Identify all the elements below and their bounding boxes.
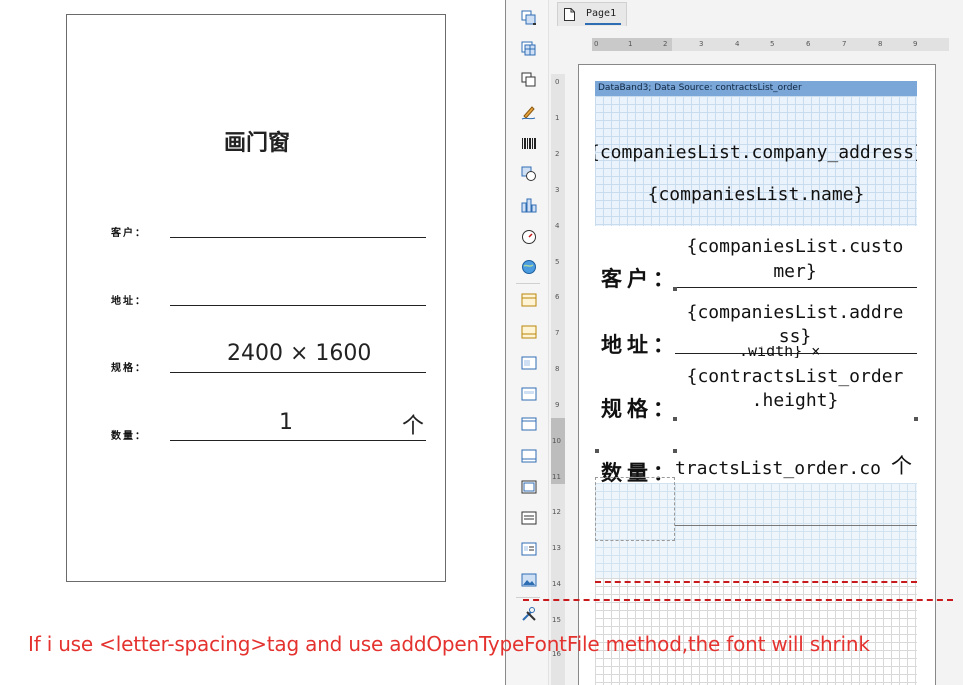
field-customer-line2[interactable]: mer} [675,260,915,284]
ruler-tick: 14 [552,580,561,588]
preview-title: 画门窗 [223,131,290,156]
gauge-icon[interactable] [521,229,537,245]
report-designer: Page1 0 1 2 3 4 5 6 7 8 9 0 1 2 3 4 5 6 … [505,0,963,685]
shape-icon[interactable] [521,166,537,182]
page-break-line [523,599,953,601]
band-icon[interactable] [521,324,537,340]
band-icon[interactable] [521,510,537,526]
band-icon[interactable] [521,479,537,495]
ruler-tick: 2 [555,150,560,158]
toolbox [506,0,549,685]
resize-handle[interactable] [673,417,677,421]
ruler-tick: 4 [735,40,740,48]
ruler-tick: 4 [555,222,560,230]
preview-label-address: 地址： [111,296,147,307]
screenshot-root: 画门窗 客户： 地址： 规格： 2400 × 1600 数量： 1 个 Page… [0,0,963,685]
field-width-fragment[interactable]: .width} × [739,346,849,358]
ruler-tick: 6 [555,293,560,301]
page-tab-bar: Page1 [549,0,963,30]
design-canvas[interactable]: 0 1 2 3 4 5 6 7 8 9 0 1 2 3 4 5 6 7 8 9 … [523,30,963,685]
field-height-line1[interactable]: {contractsList_order [675,365,915,389]
preview-value-quantity: 1 [279,410,293,435]
horizontal-ruler: 0 1 2 3 4 5 6 7 8 9 [592,38,949,51]
pen-icon[interactable] [521,104,537,120]
preview-line-customer [170,237,426,238]
field-company-name[interactable]: {companiesList.name} [595,183,917,207]
issue-caption: If i use <letter-spacing>tag and use add… [28,632,870,656]
ruler-tick: 1 [555,114,560,122]
page-break-line [595,581,917,583]
ruler-tick: 10 [552,437,561,445]
preview-label-spec: 规格： [111,363,147,374]
resize-handle[interactable] [595,449,599,453]
band-icon[interactable] [521,416,537,432]
ruler-tick: 13 [552,544,561,552]
toolbox-separator [516,283,540,284]
tab-label: Page1 [586,8,617,19]
selection-outline [675,525,917,541]
preview-label-customer: 客户： [111,228,147,239]
ruler-tick: 2 [663,40,668,48]
barcode-icon[interactable] [521,136,537,152]
band-icon[interactable] [521,386,537,402]
label-customer[interactable]: 客户： [601,263,679,293]
ruler-tick: 6 [806,40,811,48]
field-count-fragment[interactable]: tractsList_order.co [675,457,891,481]
page-stack-icon[interactable] [521,10,537,26]
ruler-tick: 0 [555,78,560,86]
ruler-tick: 5 [555,258,560,266]
image-icon[interactable] [521,572,537,588]
ruler-tick: 3 [699,40,704,48]
band-icon[interactable] [521,541,537,557]
resize-handle[interactable] [673,287,677,291]
globe-icon[interactable] [521,259,537,275]
field-count-unit[interactable]: 个 [891,454,917,478]
shapes-copy-icon[interactable] [521,72,537,88]
tools-icon[interactable] [521,606,537,622]
underline-customer [675,287,917,288]
preview-line-address [170,305,426,306]
ruler-tick: 15 [552,616,561,624]
ruler-tick: 3 [555,186,560,194]
ruler-tick: 8 [555,365,560,373]
field-height-line2[interactable]: .height} [675,389,915,413]
band-icon[interactable] [521,355,537,371]
page-icon [564,8,575,21]
table-icon[interactable] [521,41,537,57]
ruler-tick: 7 [555,329,560,337]
preview-label-quantity: 数量： [111,431,147,442]
ruler-tick: 8 [878,40,883,48]
report-page[interactable]: DataBand3; Data Source: contractsList_or… [523,64,953,685]
band-icon[interactable] [521,448,537,464]
ruler-tick: 1 [628,40,633,48]
bar-chart-icon[interactable] [521,197,537,213]
databand-title: DataBand3; Data Source: contractsList_or… [598,83,802,93]
tab-active-indicator [585,23,621,25]
ruler-tick: 9 [555,401,560,409]
ruler-tick: 11 [552,473,561,481]
ruler-tick: 0 [594,40,599,48]
ruler-tick: 7 [842,40,847,48]
band-icon[interactable] [521,292,537,308]
vertical-ruler: 0 1 2 3 4 5 6 7 8 9 10 11 12 13 14 15 16 [551,74,565,685]
ruler-tick: 12 [552,508,561,516]
preview-value-spec: 2400 × 1600 [227,341,372,366]
preview-page: 画门窗 客户： 地址： 规格： 2400 × 1600 数量： 1 个 [66,14,446,582]
field-customer-line1[interactable]: {companiesList.custo [675,235,915,259]
label-address[interactable]: 地址： [601,329,679,359]
field-address-line1[interactable]: {companiesList.addre [675,301,915,325]
field-company-address[interactable]: {companiesList.company_address} [595,141,917,165]
tab-page1[interactable]: Page1 [557,2,627,26]
ruler-tick: 9 [913,40,918,48]
preview-unit-quantity: 个 [402,414,425,439]
preview-line-spec [170,372,426,373]
resize-handle[interactable] [673,449,677,453]
toolbox-separator [516,597,540,598]
resize-handle[interactable] [914,417,918,421]
label-spec[interactable]: 规格： [601,393,679,423]
preview-line-quantity [170,440,426,441]
databand-header[interactable]: DataBand3; Data Source: contractsList_or… [595,81,917,96]
selection-outline [595,477,675,541]
ruler-tick: 5 [770,40,775,48]
